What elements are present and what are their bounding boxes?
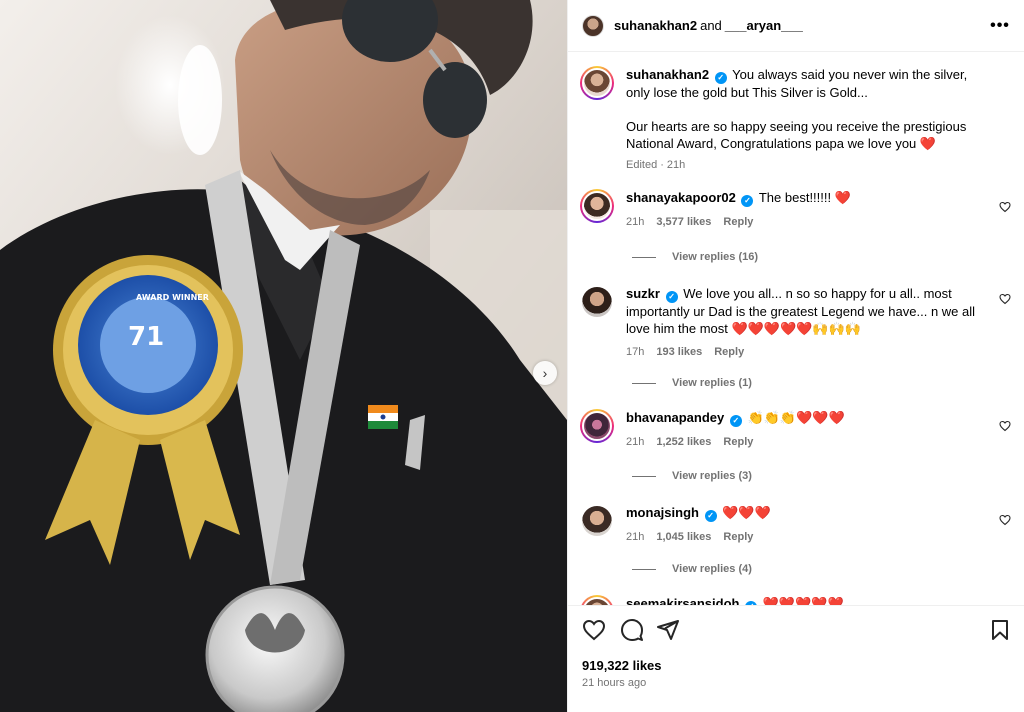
bookmark-icon <box>992 620 1008 640</box>
view-replies-button[interactable]: View replies (3) <box>632 470 752 482</box>
header-user-2[interactable]: ___aryan___ <box>725 18 803 33</box>
more-icon: ••• <box>990 17 1010 34</box>
verified-icon: ✓ <box>729 415 742 427</box>
post-actions: 919,322 likes 21 hours ago <box>568 605 1024 712</box>
verified-icon: ✓ <box>704 510 717 522</box>
comment-username[interactable]: bhavanapandey <box>626 410 724 425</box>
comment-emoji: ❤️❤️❤️❤️❤️ <box>762 596 844 605</box>
comment-like-button[interactable] <box>998 514 1012 528</box>
caption-line-2: Our hearts are so happy seeing you recei… <box>626 119 967 151</box>
share-button[interactable] <box>656 618 680 642</box>
header-names: suhanakhan2 and ___aryan___ <box>614 18 803 33</box>
view-replies-label: View replies (1) <box>672 377 752 389</box>
view-replies-button[interactable]: View replies (4) <box>632 563 752 575</box>
comment-item: suzkr ✓ We love you all... n so so happy… <box>580 285 1012 361</box>
reply-button[interactable]: Reply <box>723 531 753 543</box>
heart-icon <box>582 619 606 641</box>
view-replies-label: View replies (3) <box>672 470 752 482</box>
send-icon <box>657 620 679 640</box>
comment-emoji: ❤️❤️❤️❤️❤️🙌🙌🙌 <box>731 321 862 336</box>
like-button[interactable] <box>582 618 606 642</box>
comment-likes[interactable]: 1,252 likes <box>656 436 711 448</box>
comment-likes[interactable]: 193 likes <box>656 346 702 358</box>
divider <box>632 568 656 570</box>
divider <box>632 382 656 384</box>
heart-outline-icon <box>999 293 1011 305</box>
comment-username[interactable]: monajsingh <box>626 505 699 520</box>
comment-username[interactable]: seemakirsansidoh <box>626 596 739 605</box>
divider <box>632 256 656 258</box>
header-connector: and <box>700 18 722 33</box>
comment-item: seemakirsansidoh ✓ ❤️❤️❤️❤️❤️ <box>580 595 1012 605</box>
post-header: suhanakhan2 and ___aryan___ ••• <box>568 0 1024 52</box>
comment-avatar[interactable] <box>582 506 612 536</box>
comment-likes[interactable]: 3,577 likes <box>656 216 711 228</box>
comment-item: bhavanapandey ✓ 👏👏👏❤️❤️❤️ 21h 1,252 likes… <box>580 409 1012 451</box>
post-photo[interactable]: AWARD WINNER 71 › <box>0 0 567 712</box>
comment-button[interactable] <box>620 618 644 642</box>
heart-outline-icon <box>999 514 1011 526</box>
comment-username[interactable]: suzkr <box>626 286 660 301</box>
carousel-next-button[interactable]: › <box>533 361 557 385</box>
comment-like-button[interactable] <box>998 201 1012 215</box>
header-user-1[interactable]: suhanakhan2 <box>614 18 697 33</box>
caption-time: 21h <box>666 159 686 171</box>
header-avatar[interactable] <box>582 14 604 37</box>
comment-item: shanayakapoor02 ✓ The best!!!!!! ❤️ 21h 3… <box>580 189 1012 231</box>
heart-outline-icon <box>999 420 1011 432</box>
post-time: 21 hours ago <box>582 677 647 689</box>
verified-icon: ✓ <box>741 195 754 207</box>
rosette-text: AWARD WINNER <box>136 293 209 302</box>
post-photo-illustration: AWARD WINNER 71 <box>0 0 567 712</box>
reply-button[interactable]: Reply <box>723 436 753 448</box>
caption-edited: Edited <box>626 159 658 171</box>
caption-avatar[interactable] <box>580 66 614 100</box>
comment-avatar[interactable] <box>580 189 614 223</box>
comment-time: 17h <box>626 346 645 358</box>
caption: suhanakhan2 ✓ You always said you never … <box>580 66 1012 174</box>
view-replies-label: View replies (4) <box>672 563 752 575</box>
comment-avatar[interactable] <box>580 595 614 605</box>
comment-time: 21h <box>626 216 645 228</box>
verified-icon: ✓ <box>665 291 678 303</box>
reply-button[interactable]: Reply <box>714 346 744 358</box>
comment-likes[interactable]: 1,045 likes <box>656 531 711 543</box>
comment-like-button[interactable] <box>998 293 1012 307</box>
comment-like-button[interactable] <box>998 420 1012 434</box>
comment-time: 21h <box>626 531 645 543</box>
comment-emoji: ❤️❤️❤️ <box>722 505 771 520</box>
comment-username[interactable]: shanayakapoor02 <box>626 190 736 205</box>
reply-button[interactable]: Reply <box>723 216 753 228</box>
save-button[interactable] <box>988 618 1012 642</box>
comments-section: suhanakhan2 ✓ You always said you never … <box>568 53 1024 605</box>
comment-avatar[interactable] <box>582 287 612 317</box>
divider <box>632 475 656 477</box>
comment-emoji: 👏👏👏❤️❤️❤️ <box>747 410 845 425</box>
comment-text: The best!!!!!! <box>758 190 832 205</box>
likes-count[interactable]: 919,322 likes <box>582 658 662 673</box>
view-replies-label: View replies (16) <box>672 251 759 263</box>
verified-icon: ✓ <box>714 72 727 84</box>
comment-icon <box>621 619 643 641</box>
caption-username[interactable]: suhanakhan2 <box>626 67 709 82</box>
view-replies-button[interactable]: View replies (1) <box>632 377 752 389</box>
view-replies-button[interactable]: View replies (16) <box>632 251 758 263</box>
comment-item: monajsingh ✓ ❤️❤️❤️ 21h 1,045 likes Reply <box>580 504 1012 546</box>
comment-emoji: ❤️ <box>834 190 851 205</box>
comment-time: 21h <box>626 436 645 448</box>
chevron-right-icon: › <box>542 365 548 381</box>
rosette-number: 71 <box>128 322 164 352</box>
heart-outline-icon <box>999 201 1011 213</box>
post-side-panel: suhanakhan2 and ___aryan___ ••• suhanakhan… <box>567 0 1024 712</box>
heart-emoji: ❤️ <box>919 136 937 151</box>
more-options-button[interactable]: ••• <box>988 14 1012 38</box>
comment-avatar[interactable] <box>580 409 614 443</box>
